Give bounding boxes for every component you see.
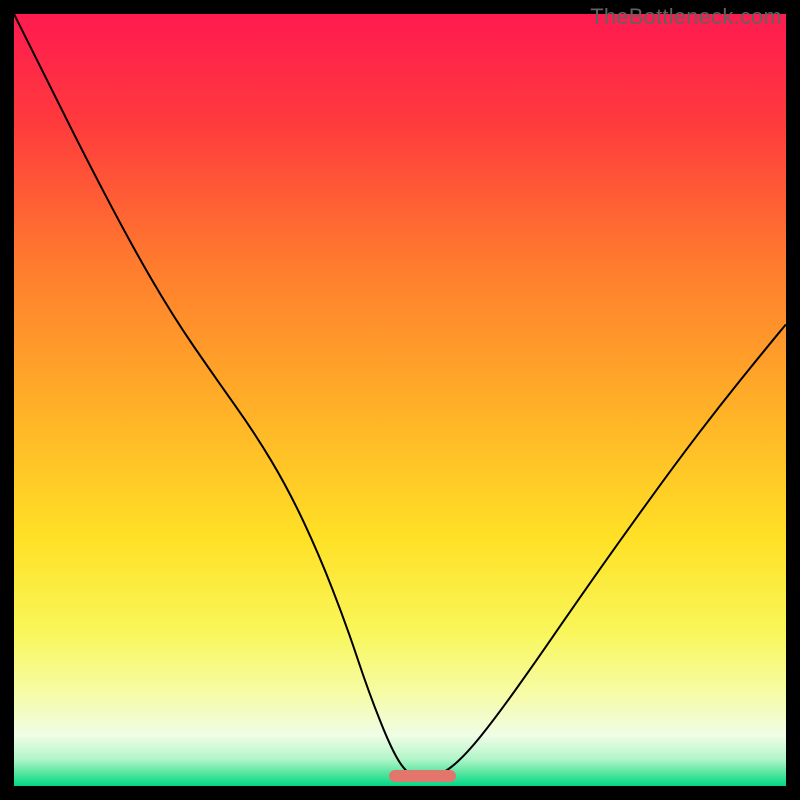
bottleneck-curve	[14, 14, 786, 786]
optimal-marker	[389, 770, 455, 782]
plot-area	[14, 14, 786, 786]
watermark-text: TheBottleneck.com	[590, 4, 782, 30]
curve-path	[14, 14, 786, 777]
